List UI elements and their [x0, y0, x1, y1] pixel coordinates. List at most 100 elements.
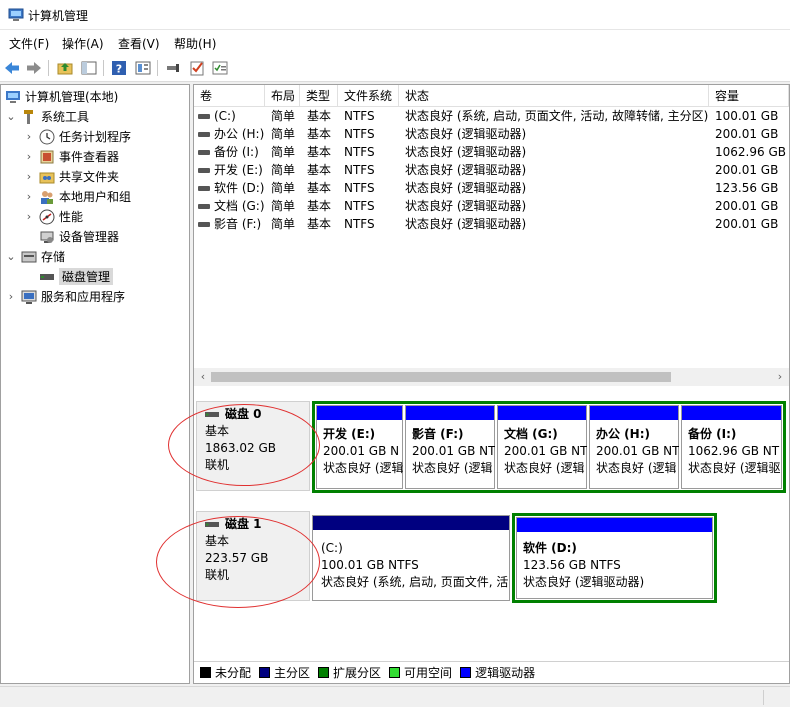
partition-h[interactable]: 办公 (H:) 200.01 GB NT 状态良好 (逻辑: [589, 405, 679, 489]
disk1-label[interactable]: 磁盘 1 基本 223.57 GB 联机: [196, 511, 310, 601]
drive-icon: [198, 186, 210, 191]
disk0-label[interactable]: 磁盘 0 基本 1863.02 GB 联机: [196, 401, 310, 491]
cell-layout: 简单: [271, 181, 296, 195]
cell-volume: 开发 (E:): [198, 161, 263, 179]
cell-volume: 影音 (F:): [198, 215, 261, 233]
menu-file[interactable]: 文件(F): [9, 35, 49, 52]
legend-logical: 逻辑驱动器: [475, 666, 536, 680]
table-row[interactable]: 文档 (G:) 简单 基本 NTFS 状态良好 (逻辑驱动器) 200.01 G…: [194, 197, 789, 215]
tree-task-scheduler[interactable]: › 任务计划程序: [23, 127, 131, 146]
menu-action[interactable]: 操作(A): [62, 35, 104, 52]
cell-layout: 简单: [271, 199, 296, 213]
tools-icon: [21, 109, 37, 125]
computer-management-icon: [8, 8, 24, 21]
forward-icon[interactable]: [25, 59, 43, 77]
cell-type: 基本: [307, 163, 332, 177]
tree-performance[interactable]: › 性能: [23, 207, 83, 226]
computer-management-icon: [5, 89, 21, 105]
tree-disk-management[interactable]: 磁盘管理: [39, 267, 114, 286]
cell-type: 基本: [307, 217, 332, 231]
scroll-right-icon[interactable]: ›: [772, 369, 788, 385]
legend-primary: 主分区: [274, 666, 311, 680]
event-viewer-icon: [39, 149, 55, 165]
cell-capacity: 1062.96 GB: [715, 145, 786, 159]
drive-icon: [198, 114, 210, 119]
svg-text:?: ?: [116, 63, 122, 76]
checklist-icon[interactable]: [211, 59, 229, 77]
table-row[interactable]: 备份 (I:) 简单 基本 NTFS 状态良好 (逻辑驱动器) 1062.96 …: [194, 143, 789, 161]
table-row[interactable]: 影音 (F:) 简单 基本 NTFS 状态良好 (逻辑驱动器) 200.01 G…: [194, 215, 789, 233]
connect-icon[interactable]: [164, 59, 182, 77]
partition-bar: [313, 516, 509, 530]
col-header-capacity[interactable]: 容量: [709, 85, 789, 107]
table-row[interactable]: 开发 (E:) 简单 基本 NTFS 状态良好 (逻辑驱动器) 200.01 G…: [194, 161, 789, 179]
performance-icon: [39, 209, 55, 225]
properties-icon[interactable]: [134, 59, 152, 77]
table-row[interactable]: 办公 (H:) 简单 基本 NTFS 状态良好 (逻辑驱动器) 200.01 G…: [194, 125, 789, 143]
chevron-right-icon[interactable]: ›: [23, 190, 35, 203]
scroll-left-icon[interactable]: ‹: [195, 369, 211, 385]
cell-layout: 简单: [271, 163, 296, 177]
col-header-filesystem[interactable]: 文件系统: [338, 85, 399, 107]
cell-type: 基本: [307, 199, 332, 213]
cell-filesystem: NTFS: [344, 109, 375, 123]
partition-d[interactable]: 软件 (D:) 123.56 GB NTFS 状态良好 (逻辑驱动器): [516, 517, 713, 599]
up-folder-icon[interactable]: [56, 59, 74, 77]
chevron-down-icon[interactable]: ⌄: [5, 250, 17, 263]
cell-status: 状态良好 (系统, 启动, 页面文件, 活动, 故障转储, 主分区): [405, 109, 709, 123]
storage-icon: [21, 249, 37, 265]
partition-i[interactable]: 备份 (I:) 1062.96 GB NT 状态良好 (逻辑驱: [681, 405, 782, 489]
partition-c[interactable]: (C:) 100.01 GB NTFS 状态良好 (系统, 启动, 页面文件, 活: [312, 515, 510, 601]
col-header-volume[interactable]: 卷: [194, 85, 265, 107]
partition-bar: [682, 406, 781, 420]
legend-swatch-extended: [318, 667, 330, 678]
chevron-right-icon[interactable]: ›: [23, 170, 35, 183]
clock-icon: [39, 129, 55, 145]
check-icon[interactable]: [188, 59, 206, 77]
menu-help[interactable]: 帮助(H): [174, 35, 216, 52]
show-hide-tree-icon[interactable]: [80, 59, 98, 77]
help-icon[interactable]: ?: [110, 59, 128, 77]
table-row[interactable]: 软件 (D:) 简单 基本 NTFS 状态良好 (逻辑驱动器) 123.56 G…: [194, 179, 789, 197]
cell-layout: 简单: [271, 109, 296, 123]
col-header-status[interactable]: 状态: [399, 85, 709, 107]
cell-layout: 简单: [271, 145, 296, 159]
tree-event-viewer[interactable]: › 事件查看器: [23, 147, 119, 166]
tree-shared-folders[interactable]: › 共享文件夹: [23, 167, 119, 186]
legend-extended: 扩展分区: [333, 666, 382, 680]
tree-storage[interactable]: ⌄ 存储: [5, 247, 65, 266]
tree-device-manager[interactable]: 设备管理器: [39, 227, 119, 246]
cell-filesystem: NTFS: [344, 217, 375, 231]
partition-f[interactable]: 影音 (F:) 200.01 GB NT 状态良好 (逻辑: [405, 405, 495, 489]
horizontal-scrollbar[interactable]: ‹ ›: [194, 368, 789, 386]
scroll-thumb[interactable]: [211, 372, 671, 382]
cell-capacity: 123.56 GB: [715, 181, 779, 195]
services-icon: [21, 289, 37, 305]
cell-capacity: 200.01 GB: [715, 199, 779, 213]
partition-g[interactable]: 文档 (G:) 200.01 GB NT 状态良好 (逻辑: [497, 405, 587, 489]
col-header-layout[interactable]: 布局: [265, 85, 300, 107]
cell-status: 状态良好 (逻辑驱动器): [405, 181, 527, 195]
chevron-right-icon[interactable]: ›: [23, 210, 35, 223]
chevron-right-icon[interactable]: ›: [23, 130, 35, 143]
partition-e[interactable]: 开发 (E:) 200.01 GB N 状态良好 (逻辑: [316, 405, 404, 489]
chevron-right-icon[interactable]: ›: [5, 290, 17, 303]
chevron-down-icon[interactable]: ⌄: [5, 110, 17, 123]
tree-services-apps[interactable]: › 服务和应用程序: [5, 287, 125, 306]
col-header-type[interactable]: 类型: [300, 85, 338, 107]
menu-view[interactable]: 查看(V): [118, 35, 160, 52]
drive-icon: [198, 204, 210, 209]
legend: 未分配 主分区 扩展分区 可用空间 逻辑驱动器: [194, 661, 789, 683]
tree-local-users[interactable]: › 本地用户和组: [23, 187, 131, 206]
tree-system-tools[interactable]: ⌄ 系统工具: [5, 107, 89, 126]
menu-bar: 文件(F) 操作(A) 查看(V) 帮助(H): [0, 30, 790, 54]
cell-capacity: 100.01 GB: [715, 109, 779, 123]
table-row[interactable]: (C:) 简单 基本 NTFS 状态良好 (系统, 启动, 页面文件, 活动, …: [194, 107, 789, 125]
back-icon[interactable]: [3, 59, 21, 77]
drive-icon: [198, 132, 210, 137]
disk-icon: [205, 521, 219, 527]
cell-layout: 简单: [271, 127, 296, 141]
chevron-right-icon[interactable]: ›: [23, 150, 35, 163]
tree-root[interactable]: 计算机管理(本地): [5, 87, 118, 106]
toolbar: ?: [0, 54, 790, 82]
